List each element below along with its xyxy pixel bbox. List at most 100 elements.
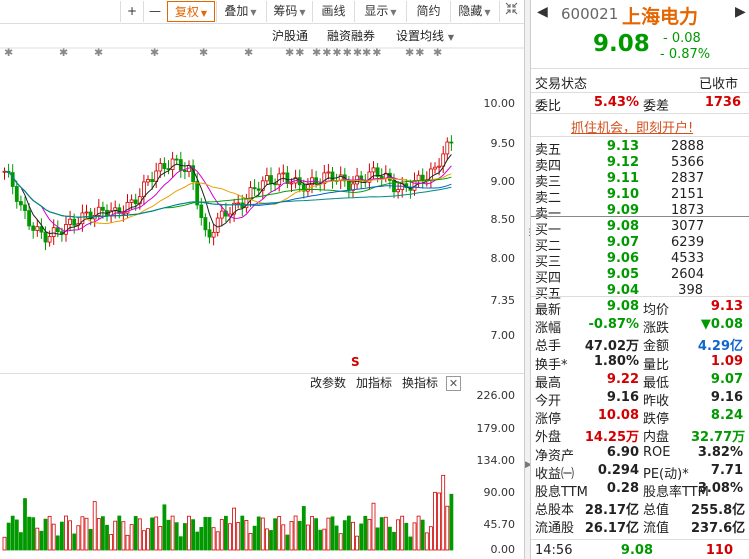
volume-bar — [375, 527, 380, 551]
level-price: 9.07 — [606, 235, 639, 250]
simple-mode-button[interactable]: 简约 — [406, 1, 450, 22]
candle-body — [174, 158, 179, 161]
volume-bar — [441, 474, 446, 551]
price-axis-tick: 9.00 — [490, 175, 516, 188]
candle-body — [14, 186, 19, 202]
hide-dropdown[interactable]: 隐藏 ▼ — [450, 1, 498, 22]
stat-value: 10.08 — [597, 408, 639, 424]
prev-stock-icon[interactable]: ◀ — [537, 4, 548, 20]
volume-bar — [47, 515, 52, 551]
volume-bar — [355, 535, 360, 551]
candle-body — [64, 224, 68, 235]
volume-bar — [416, 515, 421, 551]
volume-bar — [146, 528, 150, 551]
stat-label: ROE — [643, 444, 671, 460]
volume-bar — [129, 524, 134, 551]
level-price: 9.11 — [606, 171, 639, 186]
stat-value: 9.13 — [710, 299, 743, 314]
volume-bar — [433, 491, 437, 551]
next-stock-icon[interactable]: ▶ — [735, 4, 746, 20]
volume-chart[interactable] — [0, 390, 524, 559]
volume-bar — [424, 532, 429, 551]
stat-label: 总手 — [535, 339, 562, 355]
candle-body — [273, 183, 278, 186]
candle-body — [326, 171, 331, 174]
volume-svg — [2, 474, 454, 551]
zoom-in-button[interactable]: + — [120, 1, 143, 22]
candle-body — [150, 179, 155, 183]
candle-body — [269, 175, 273, 185]
hgt-link[interactable]: 沪股通 — [272, 28, 308, 44]
volume-bar — [113, 520, 118, 551]
volume-bar — [170, 515, 175, 551]
stat-value: 7.71 — [710, 462, 743, 478]
candle-body — [31, 225, 36, 231]
candle-body — [133, 199, 138, 205]
stat-value: 9.16 — [710, 390, 743, 405]
candle-body — [211, 231, 216, 238]
volume-bar — [68, 520, 72, 551]
candle-body — [10, 172, 15, 187]
candle-body — [84, 211, 89, 214]
zoom-out-button[interactable]: — — [143, 1, 166, 22]
candle-body — [252, 187, 257, 190]
stat-value: -0.87% — [588, 317, 640, 333]
price-axis-tick: 9.50 — [490, 137, 516, 150]
candle-body — [72, 218, 77, 226]
volume-bar — [182, 523, 187, 551]
volume-bar — [445, 505, 450, 551]
volume-bar — [342, 520, 347, 551]
candle-body — [68, 218, 72, 225]
weicha-label: 委差 — [643, 99, 670, 114]
volume-bar — [18, 532, 23, 551]
status-value: 已收市 — [699, 77, 739, 92]
kline-chart[interactable] — [0, 44, 524, 374]
stat-label: PE(动)* — [643, 466, 689, 482]
caret-down-icon: ▼ — [250, 8, 257, 17]
volume-bar — [125, 534, 130, 551]
price-axis-tick: 8.00 — [490, 252, 516, 265]
adjust-price-dropdown[interactable]: 复权 ▼ — [167, 1, 215, 22]
close-icon[interactable]: ✕ — [446, 376, 461, 391]
volume-bar — [64, 515, 68, 551]
stat-label: 金额 — [643, 339, 670, 355]
candle-body — [195, 181, 200, 206]
volume-bar — [109, 534, 113, 551]
candle-body — [236, 202, 241, 205]
volume-bar — [400, 515, 405, 551]
collapse-icon[interactable] — [499, 1, 522, 22]
level-volume: 2837 — [671, 171, 705, 186]
kline-svg — [0, 47, 524, 251]
volume-bar — [273, 518, 278, 551]
volume-bar — [383, 516, 388, 551]
stock-code: 600021 — [561, 5, 619, 23]
tick-volume: 110 — [705, 543, 733, 558]
volume-bar — [223, 515, 228, 551]
candle-body — [141, 181, 146, 198]
level-volume: 2604 — [671, 267, 705, 282]
candle-body — [346, 180, 351, 191]
sell-signal-marker[interactable]: S — [351, 355, 360, 369]
overlay-dropdown[interactable]: 叠加 ▼ — [216, 1, 264, 22]
volume-bar — [228, 523, 232, 551]
display-dropdown[interactable]: 显示 ▼ — [354, 1, 406, 22]
volume-bar — [297, 520, 302, 551]
weibi-value: 5.43% — [593, 95, 639, 110]
candle-body — [43, 231, 48, 243]
volume-bar — [256, 516, 261, 551]
candle-body — [215, 217, 220, 233]
stat-value: 1.09 — [710, 353, 743, 369]
margin-trading-link[interactable]: 融资融券 — [327, 28, 375, 44]
promo-link[interactable]: 抓住机会，即刻开户! — [571, 117, 693, 136]
volume-axis-tick: 179.00 — [476, 422, 516, 435]
candle-body — [51, 227, 56, 237]
volume-bar — [285, 534, 290, 551]
chip-dropdown[interactable]: 筹码 ▼ — [266, 1, 312, 22]
stat-value: 8.24 — [710, 408, 743, 424]
volume-bar — [301, 506, 306, 551]
stat-label: 净资产 — [535, 448, 575, 464]
stat-label: 流值 — [643, 521, 670, 537]
volume-bar — [55, 535, 60, 551]
draw-line-button[interactable]: 画线 — [312, 1, 354, 22]
stat-label: 内盘 — [643, 430, 670, 446]
